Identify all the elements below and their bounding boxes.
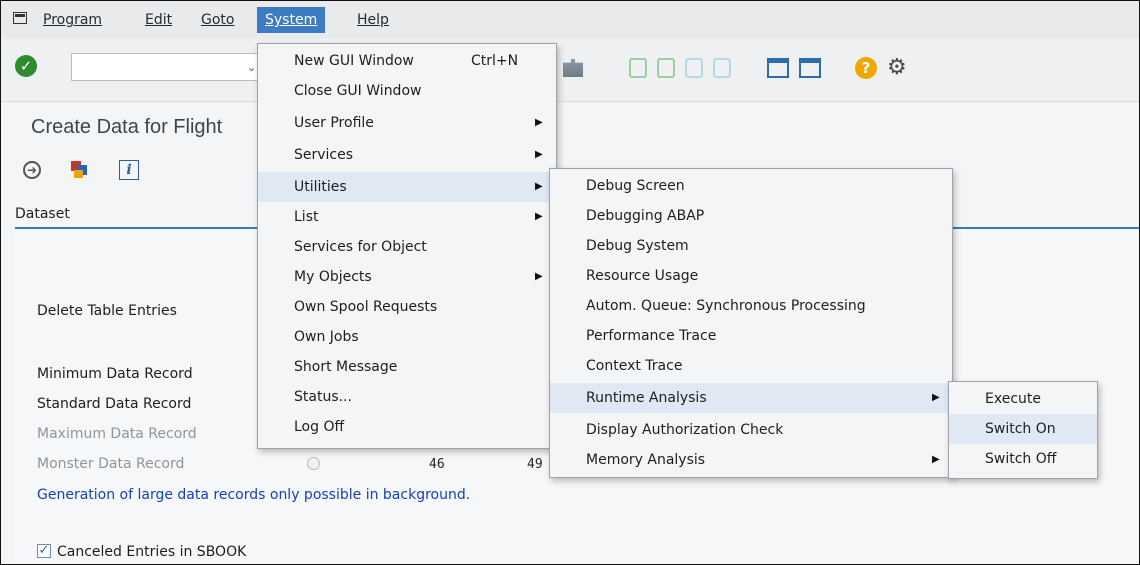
submenu-arrow-icon: ▶ [535, 211, 543, 222]
menu-item-context-trace[interactable]: Context Trace [550, 351, 952, 381]
menu-item-status[interactable]: Status... [258, 382, 556, 412]
menu-item-runtime-analysis[interactable]: Runtime Analysis ▶ [550, 383, 952, 413]
menu-bar: Program Edit Goto System Help [1, 1, 1139, 39]
menu-item-user-profile[interactable]: User Profile ▶ [258, 108, 556, 138]
menu-help[interactable]: Help [357, 12, 389, 28]
menu-item-utilities[interactable]: Utilities ▶ [258, 172, 556, 202]
menu-system[interactable]: System [257, 7, 326, 33]
find-next-icon[interactable] [563, 59, 583, 77]
enter-check-icon[interactable]: ✓ [15, 55, 37, 77]
menu-item-own-spool-requests[interactable]: Own Spool Requests [258, 292, 556, 322]
menu-item-new-gui-window[interactable]: New GUI Window Ctrl+N [258, 46, 556, 76]
canceled-entries-checkbox[interactable]: ✓ [37, 544, 51, 558]
menu-item-short-message[interactable]: Short Message [258, 352, 556, 382]
menu-item-debug-system[interactable]: Debug System [550, 231, 952, 261]
menu-item-services-for-object[interactable]: Services for Object [258, 232, 556, 262]
shortcut-icon[interactable] [799, 58, 821, 78]
menu-item-close-gui-window[interactable]: Close GUI Window [258, 76, 556, 106]
monster-value-1: 46 [429, 457, 445, 472]
menu-item-memory-analysis[interactable]: Memory Analysis ▶ [550, 445, 952, 475]
chevron-down-icon[interactable]: ⌄ [247, 61, 256, 74]
menu-item-switch-on[interactable]: Switch On [949, 414, 1097, 444]
submenu-arrow-icon: ▶ [535, 149, 543, 160]
menu-item-list[interactable]: List ▶ [258, 202, 556, 232]
sap-window: Program Edit Goto System Help ✓ ⌄ ? ⚙ Cr… [0, 0, 1140, 565]
submenu-arrow-icon: ▶ [535, 181, 543, 192]
page-title: Create Data for Flight [31, 116, 223, 138]
help-icon[interactable]: ? [855, 57, 877, 79]
menu-item-switch-off[interactable]: Switch Off [949, 444, 1097, 474]
delete-table-entries-label: Delete Table Entries [37, 303, 177, 319]
menu-item-execute[interactable]: Execute [949, 384, 1097, 414]
info-icon[interactable]: i [119, 160, 139, 180]
window-menu-icon[interactable] [13, 12, 27, 24]
submenu-arrow-icon: ▶ [535, 117, 543, 128]
system-menu: New GUI Window Ctrl+N Close GUI Window Us… [257, 43, 557, 449]
menu-item-debug-screen[interactable]: Debug Screen [550, 171, 952, 201]
submenu-arrow-icon: ▶ [932, 392, 940, 403]
menu-program[interactable]: Program [43, 12, 102, 28]
variant-icon[interactable] [71, 161, 89, 179]
monster-data-record-label: Monster Data Record [37, 456, 185, 472]
first-page-icon[interactable] [629, 58, 647, 78]
last-page-icon[interactable] [713, 58, 731, 78]
submenu-arrow-icon: ▶ [932, 454, 940, 465]
gear-icon[interactable]: ⚙ [887, 57, 907, 79]
standard-data-record-label: Standard Data Record [37, 396, 192, 412]
menu-item-my-objects[interactable]: My Objects ▶ [258, 262, 556, 292]
command-field[interactable] [71, 53, 267, 81]
standard-toolbar: ✓ ⌄ ? ⚙ [1, 39, 1139, 102]
previous-page-icon[interactable] [657, 58, 675, 78]
menu-item-services[interactable]: Services ▶ [258, 140, 556, 170]
create-session-icon[interactable] [767, 58, 789, 78]
menu-item-performance-trace[interactable]: Performance Trace [550, 321, 952, 351]
menu-goto[interactable]: Goto [201, 12, 234, 28]
utilities-submenu: Debug Screen Debugging ABAP Debug System… [549, 168, 953, 478]
monster-value-2: 49 [527, 457, 543, 472]
canceled-entries-label: Canceled Entries in SBOOK [57, 544, 247, 560]
maximum-data-record-label: Maximum Data Record [37, 426, 197, 442]
submenu-arrow-icon: ▶ [535, 271, 543, 282]
menu-item-resource-usage[interactable]: Resource Usage [550, 261, 952, 291]
next-page-icon[interactable] [685, 58, 703, 78]
execute-icon[interactable]: ➜ [23, 161, 41, 179]
menu-edit[interactable]: Edit [145, 12, 172, 28]
dataset-tab[interactable]: Dataset [15, 206, 70, 222]
background-note: Generation of large data records only po… [37, 487, 471, 503]
menu-item-autom-queue[interactable]: Autom. Queue: Synchronous Processing [550, 291, 952, 321]
menu-item-display-authorization-check[interactable]: Display Authorization Check [550, 415, 952, 445]
monster-radio[interactable] [307, 457, 320, 470]
minimum-data-record-label: Minimum Data Record [37, 366, 193, 382]
runtime-analysis-submenu: Execute Switch On Switch Off [948, 381, 1098, 479]
menu-item-own-jobs[interactable]: Own Jobs [258, 322, 556, 352]
menu-item-debugging-abap[interactable]: Debugging ABAP [550, 201, 952, 231]
toolbar-icons: ? ⚙ [563, 55, 907, 81]
menu-item-log-off[interactable]: Log Off [258, 412, 556, 442]
